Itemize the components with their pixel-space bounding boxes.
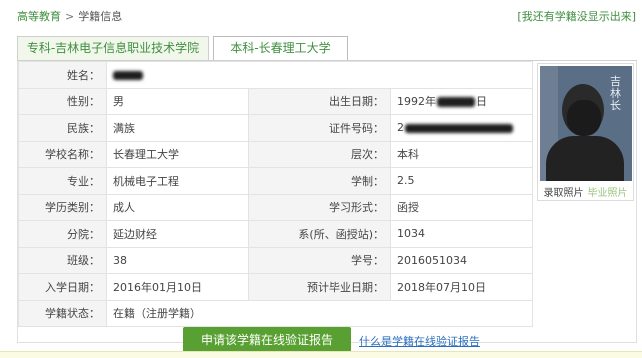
gender-label: 性别： (18, 87, 107, 115)
record-panel: 姓名： 性别： 男 出生日期： 1992年 日 民族： 满族 证件号码： 2 学校… (17, 61, 637, 343)
grad-date-value: 2018年07月10日 (390, 273, 533, 301)
major-label: 专业： (18, 167, 107, 195)
study-form-value: 函授 (390, 193, 533, 221)
duration-value: 2.5 (390, 167, 533, 195)
table-row: 姓名： (18, 61, 533, 89)
id-value: 2 (390, 114, 533, 142)
breadcrumb-current: 学籍信息 (78, 10, 123, 23)
branch-label: 分院： (18, 220, 107, 248)
redacted-face (567, 100, 601, 136)
enroll-value: 2016年01月10日 (106, 273, 249, 301)
table-row: 班级： 38 学号： 2016051034 (18, 246, 533, 274)
photo-links: 录取照片 毕业照片 (538, 184, 633, 199)
status-label: 学籍状态： (18, 299, 107, 327)
level-value: 本科 (390, 140, 533, 168)
banner-text: 吉林长 (610, 75, 621, 112)
edu-type-label: 学历类别： (18, 193, 107, 221)
birth-prefix: 1992年 (397, 95, 436, 109)
duration-label: 学制： (248, 167, 391, 195)
birth-label: 出生日期： (248, 87, 391, 115)
photo-box: 吉林长 录取照片 毕业照片 (537, 63, 634, 201)
ethnicity-label: 民族： (18, 114, 107, 142)
breadcrumb-home-link[interactable]: 高等教育 (17, 10, 61, 23)
bottom-notice-bar (0, 351, 642, 358)
student-photo: 吉林长 (540, 66, 632, 181)
missing-record-link[interactable]: [我还有学籍没显示出来] (517, 8, 636, 24)
capture-photo-link[interactable]: 录取照片 (544, 188, 584, 199)
what-is-verification-link[interactable]: 什么是学籍在线验证报告 (359, 333, 480, 349)
student-no-value: 2016051034 (390, 246, 533, 274)
redacted-name (113, 70, 143, 80)
ethnicity-value: 满族 (106, 114, 249, 142)
grad-photo-link[interactable]: 毕业照片 (588, 188, 628, 199)
table-row: 专业： 机械电子工程 学制： 2.5 (18, 167, 533, 195)
major-value: 机械电子工程 (106, 167, 249, 195)
name-value (106, 61, 533, 89)
table-row: 入学日期： 2016年01月10日 预计毕业日期： 2018年07月10日 (18, 273, 533, 301)
grad-date-label: 预计毕业日期： (248, 273, 391, 301)
dept-value: 1034 (390, 220, 533, 248)
breadcrumb: 高等教育 > 学籍信息 (17, 8, 122, 24)
level-label: 层次： (248, 140, 391, 168)
edu-type-value: 成人 (106, 193, 249, 221)
class-value: 38 (106, 246, 249, 274)
enroll-label: 入学日期： (18, 273, 107, 301)
status-value: 在籍（注册学籍） (106, 299, 533, 327)
study-form-label: 学习形式： (248, 193, 391, 221)
school-value: 长春理工大学 (106, 140, 249, 168)
apply-verification-button[interactable]: 申请该学籍在线验证报告 (183, 327, 351, 353)
redacted-id-number (405, 123, 513, 133)
record-table: 姓名： 性别： 男 出生日期： 1992年 日 民族： 满族 证件号码： 2 学校… (18, 61, 533, 327)
gender-value: 男 (106, 87, 249, 115)
table-row: 学校名称： 长春理工大学 层次： 本科 (18, 140, 533, 168)
birth-suffix: 日 (476, 95, 487, 109)
top-bar: 高等教育 > 学籍信息 [我还有学籍没显示出来] (0, 0, 642, 30)
redacted-birthdate (437, 97, 475, 108)
branch-value: 延边财经 (106, 220, 249, 248)
photo-body (546, 136, 624, 181)
table-row: 学籍状态： 在籍（注册学籍） (18, 299, 533, 327)
school-label: 学校名称： (18, 140, 107, 168)
breadcrumb-separator: > (65, 10, 75, 23)
table-row: 性别： 男 出生日期： 1992年 日 (18, 87, 533, 115)
tab-university[interactable]: 本科-长春理工大学 (213, 36, 348, 61)
student-no-label: 学号： (248, 246, 391, 274)
birth-value: 1992年 日 (390, 87, 533, 115)
class-label: 班级： (18, 246, 107, 274)
table-row: 分院： 延边财经 系(所、函授站)： 1034 (18, 220, 533, 248)
table-row: 学历类别： 成人 学习形式： 函授 (18, 193, 533, 221)
dept-label: 系(所、函授站)： (248, 220, 391, 248)
name-label: 姓名： (18, 61, 107, 89)
id-prefix: 2 (397, 121, 404, 135)
table-row: 民族： 满族 证件号码： 2 (18, 114, 533, 142)
id-label: 证件号码： (248, 114, 391, 142)
tab-college[interactable]: 专科-吉林电子信息职业技术学院 (17, 36, 209, 60)
